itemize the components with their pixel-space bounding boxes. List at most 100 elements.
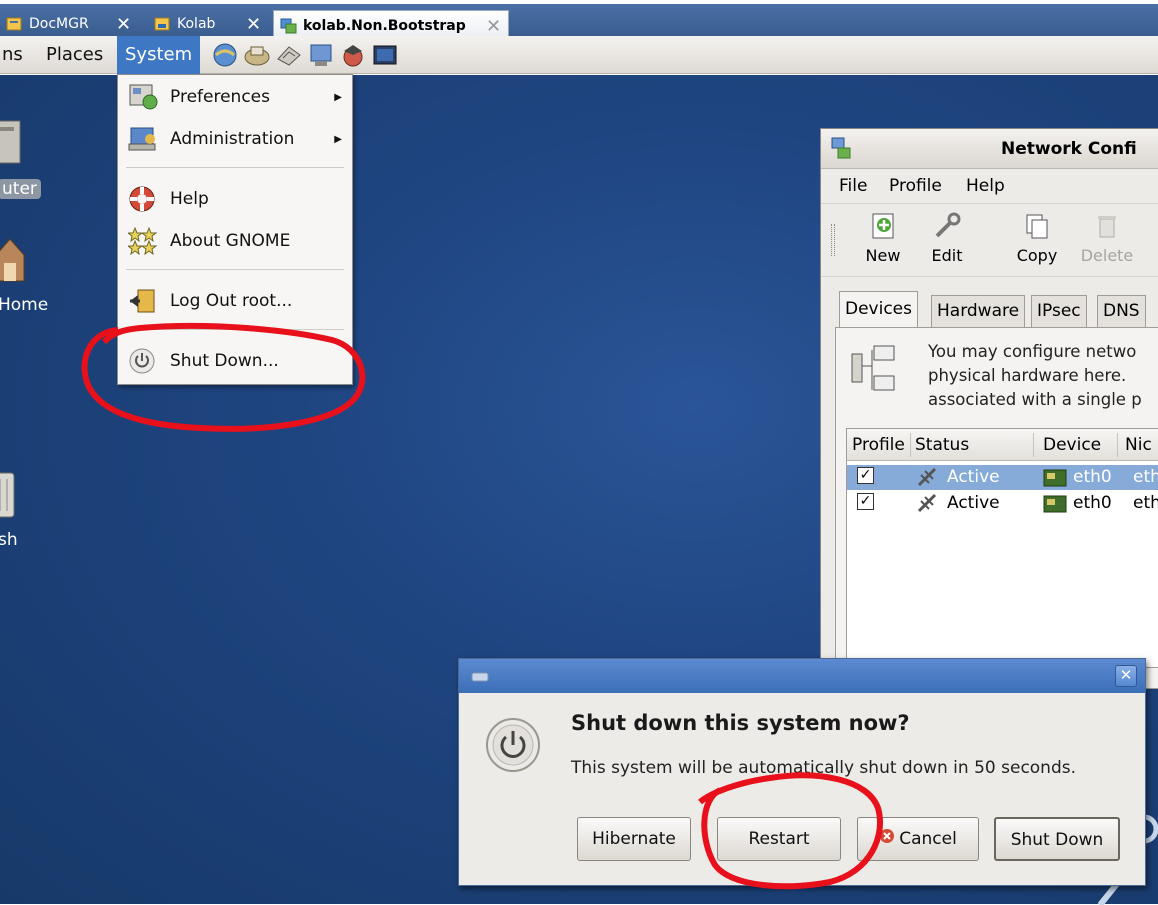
cancel-button[interactable]: Cancel <box>857 817 979 861</box>
shutdown-dialog: ✕ Shut down this system now? This system… <box>458 658 1146 886</box>
terminal-icon[interactable] <box>371 41 399 69</box>
table-row[interactable]: ✓ Active eth0 eth <box>847 491 1158 516</box>
page-icon <box>154 16 172 32</box>
network-app-icon <box>831 137 853 166</box>
menu-item-label: About GNOME <box>170 231 291 251</box>
tab-kolab[interactable]: Kolab ✕ <box>148 9 270 39</box>
submenu-arrow-icon: ▶ <box>334 133 342 145</box>
applications-menu[interactable]: ns <box>2 36 23 74</box>
window-tabs: Devices Hardware IPsec DNS <box>821 291 1158 327</box>
status-text: Active <box>947 493 1000 513</box>
table-row[interactable]: ✓ Active eth0 eth <box>847 465 1158 490</box>
menu-file[interactable]: File <box>839 176 867 196</box>
description-line: You may configure netwo <box>928 342 1137 361</box>
column-profile[interactable]: Profile <box>852 435 905 455</box>
edit-label: Edit <box>931 246 963 265</box>
tab-devices[interactable]: Devices <box>839 291 918 327</box>
menu-item-label: Log Out root... <box>170 291 293 311</box>
tab-label: kolab.Non.Bootstrap <box>303 18 466 34</box>
profile-checkbox[interactable]: ✓ <box>857 493 874 510</box>
wrench-icon <box>933 212 961 240</box>
menu-item-help[interactable]: Help <box>118 179 352 219</box>
dialog-close-button[interactable]: ✕ <box>1115 665 1137 687</box>
copy-icon <box>1023 212 1051 240</box>
tab-hardware[interactable]: Hardware <box>931 295 1026 327</box>
connection-plug-icon <box>915 491 939 520</box>
menu-item-label: Administration <box>170 129 295 149</box>
tab-ipsec[interactable]: IPsec <box>1031 295 1087 327</box>
page-icon <box>6 16 24 32</box>
computer-icon-label[interactable]: uter <box>0 179 41 199</box>
close-icon[interactable]: ✕ <box>246 14 261 35</box>
edit-button[interactable]: Edit <box>917 212 977 265</box>
power-icon <box>485 717 541 773</box>
device-name: eth0 <box>1073 493 1112 513</box>
cancel-label: Cancel <box>899 829 957 849</box>
hibernate-button[interactable]: Hibernate <box>577 817 691 861</box>
menu-help[interactable]: Help <box>966 176 1005 196</box>
shut-down-button[interactable]: Shut Down <box>994 817 1120 861</box>
copy-button[interactable]: Copy <box>1007 212 1067 265</box>
window-menubar: File Profile Help <box>821 170 1158 202</box>
trash-icon[interactable] <box>0 465 20 526</box>
toolbar-handle[interactable] <box>831 224 835 256</box>
menu-item-about-gnome[interactable]: About GNOME <box>118 221 352 261</box>
column-nickname[interactable]: Nic <box>1125 435 1152 455</box>
trash-can-icon <box>1093 212 1121 240</box>
column-separator <box>910 433 911 457</box>
menu-item-administration[interactable]: Administration ▶ <box>118 119 352 159</box>
browser-tab-bar: DocMGR ✕ Kolab ✕ kolab.Non.Bootstrap ✕ <box>0 0 1158 41</box>
computer-icon[interactable] <box>0 117 26 172</box>
menu-item-log-out[interactable]: Log Out root... <box>118 281 352 321</box>
status-text: Active <box>947 467 1000 487</box>
power-icon <box>128 347 158 375</box>
menu-item-label: Shut Down... <box>170 351 279 371</box>
tab-docmgr[interactable]: DocMGR ✕ <box>0 9 144 39</box>
menu-item-label: Help <box>170 189 209 209</box>
log-out-icon <box>128 287 158 315</box>
trash-icon-label[interactable]: sh <box>0 530 18 550</box>
copy-label: Copy <box>1016 246 1058 265</box>
window-title: Network Confi <box>1001 139 1137 159</box>
dialog-titlebar[interactable]: ✕ <box>459 659 1145 693</box>
presentation-icon[interactable] <box>307 41 335 69</box>
places-menu[interactable]: Places <box>46 36 103 74</box>
new-label: New <box>865 246 901 265</box>
tab-dns[interactable]: DNS <box>1097 295 1146 327</box>
notes-icon[interactable] <box>275 41 303 69</box>
web-browser-icon[interactable] <box>211 41 239 69</box>
close-icon[interactable]: ✕ <box>116 14 131 35</box>
description-line: physical hardware here. <box>928 366 1127 385</box>
home-folder-icon[interactable] <box>0 233 26 292</box>
nickname: eth <box>1133 467 1158 487</box>
devices-table: Profile Status Device Nic ✓ Active eth0 … <box>846 428 1158 668</box>
column-device[interactable]: Device <box>1043 435 1101 455</box>
menu-item-preferences[interactable]: Preferences ▶ <box>118 77 352 117</box>
system-dropdown-menu: Preferences ▶ Administration ▶ Help Abou… <box>117 74 353 385</box>
ethernet-card-icon <box>1043 468 1069 493</box>
ethernet-card-icon <box>1043 494 1069 519</box>
column-status[interactable]: Status <box>915 435 969 455</box>
delete-button[interactable]: Delete <box>1077 212 1137 265</box>
system-menu[interactable]: System <box>117 36 201 74</box>
launcher-icons <box>211 41 399 69</box>
nickname: eth <box>1133 493 1158 513</box>
column-separator <box>1117 433 1118 457</box>
preferences-icon <box>128 83 158 111</box>
window-titlebar[interactable]: Network Confi <box>821 129 1158 169</box>
mail-icon[interactable] <box>243 41 271 69</box>
devices-description: You may configure netwo physical hardwar… <box>928 340 1142 412</box>
network-page-icon <box>280 18 298 34</box>
help-icon[interactable] <box>339 41 367 69</box>
menu-item-shut-down[interactable]: Shut Down... <box>118 341 352 381</box>
cancel-icon <box>879 818 895 860</box>
profile-checkbox[interactable]: ✓ <box>857 467 874 484</box>
close-icon[interactable]: ✕ <box>486 16 501 37</box>
home-icon-label[interactable]: Home <box>0 295 48 315</box>
dialog-message: This system will be automatically shut d… <box>571 758 1077 778</box>
menu-profile[interactable]: Profile <box>889 176 942 196</box>
menu-separator <box>126 269 344 270</box>
restart-button[interactable]: Restart <box>717 817 841 861</box>
tab-label: Kolab <box>177 16 216 32</box>
new-button[interactable]: New <box>853 212 913 265</box>
